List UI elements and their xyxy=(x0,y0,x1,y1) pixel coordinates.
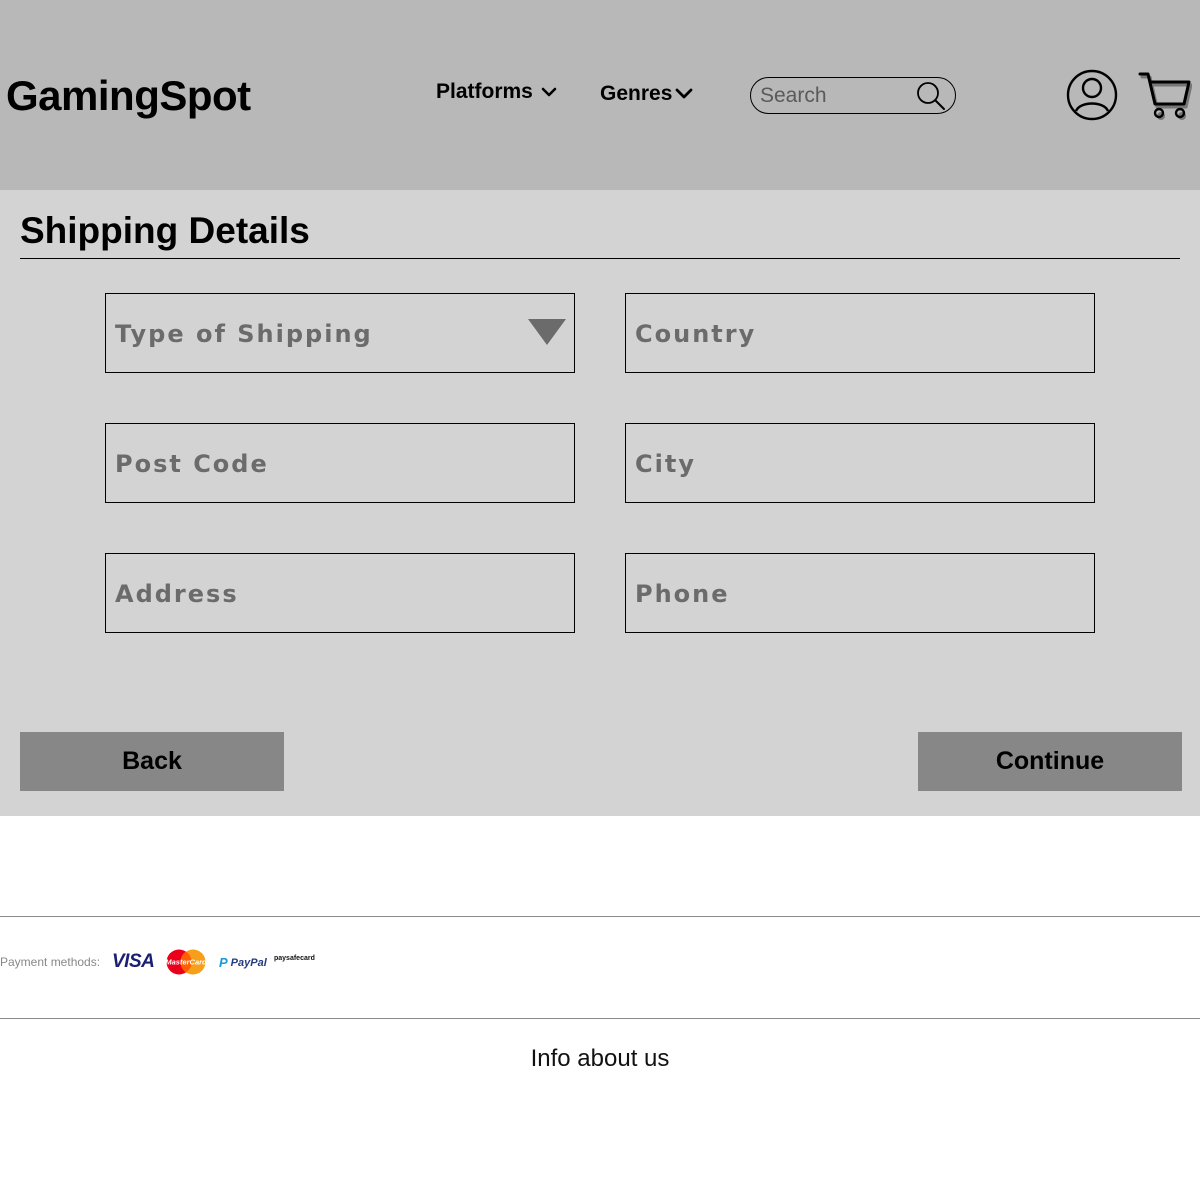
dropdown-arrow-icon[interactable] xyxy=(528,319,566,345)
paypal-logo: P PayPal xyxy=(219,955,267,970)
mastercard-logo-text: MasterCard xyxy=(165,958,207,967)
mastercard-logo: MasterCard xyxy=(165,949,207,975)
post-code-field-box xyxy=(105,423,575,503)
paypal-logo-text: PayPal xyxy=(230,956,267,969)
paysafecard-logo-text: paysafecard xyxy=(274,955,315,962)
cart-icon[interactable] xyxy=(1138,70,1192,120)
search-icon[interactable] xyxy=(915,80,947,112)
phone-field-box xyxy=(625,553,1095,633)
country-field-box xyxy=(625,293,1095,373)
city-field-box xyxy=(625,423,1095,503)
footer-divider-top xyxy=(0,916,1200,917)
chevron-down-icon xyxy=(541,87,557,97)
nav-genres[interactable]: Genres xyxy=(600,82,694,106)
post-code-field[interactable] xyxy=(115,446,515,482)
search-bar xyxy=(750,77,956,114)
page-title: Shipping Details xyxy=(20,210,310,251)
address-field-box xyxy=(105,553,575,633)
site-header: GamingSpot Platforms Genres xyxy=(0,0,1200,190)
address-field[interactable] xyxy=(115,576,515,612)
nav-platforms[interactable]: Platforms xyxy=(436,80,559,104)
shipping-type-label: Type of Shipping xyxy=(115,320,373,348)
payment-methods-label: Payment methods: xyxy=(0,955,101,969)
paypal-p-icon: P xyxy=(219,955,228,970)
back-button[interactable]: Back xyxy=(20,732,284,791)
shipping-form-panel: Shipping Details Type of Shipping Back C… xyxy=(0,190,1200,816)
visa-logo: VISA xyxy=(112,951,155,972)
user-icon[interactable] xyxy=(1066,69,1118,121)
nav-platforms-label: Platforms xyxy=(436,80,533,103)
country-field[interactable] xyxy=(635,316,1035,352)
continue-button[interactable]: Continue xyxy=(918,732,1182,791)
phone-field[interactable] xyxy=(635,576,1035,612)
chevron-down-icon xyxy=(675,88,693,99)
shipping-type-select[interactable]: Type of Shipping xyxy=(105,293,575,373)
info-about-us-link[interactable]: Info about us xyxy=(0,1045,1200,1073)
title-divider xyxy=(20,258,1180,259)
nav-genres-label: Genres xyxy=(600,82,673,105)
search-input[interactable] xyxy=(760,82,910,109)
site-logo[interactable]: GamingSpot xyxy=(6,72,251,120)
footer-divider-bottom xyxy=(0,1018,1200,1019)
city-field[interactable] xyxy=(635,446,1035,482)
paysafecard-logo: paysafecard xyxy=(274,955,315,962)
